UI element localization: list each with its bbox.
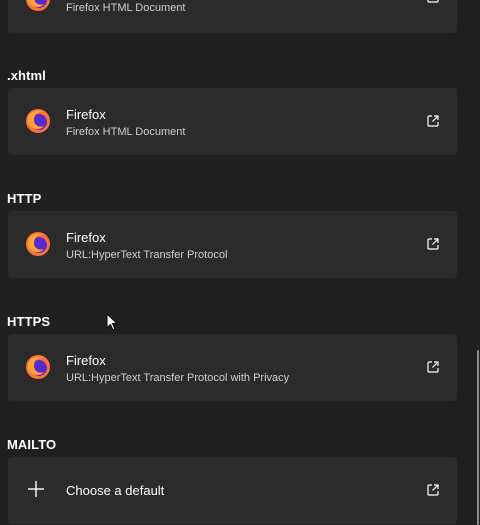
scrollbar-thumb[interactable] bbox=[477, 350, 479, 525]
firefox-icon bbox=[25, 108, 51, 134]
open-external-icon[interactable] bbox=[426, 0, 440, 4]
section-label-http: HTTP bbox=[7, 191, 42, 206]
file-type-card-xhtml[interactable]: Firefox Firefox HTML Document bbox=[8, 88, 457, 155]
app-name: Firefox bbox=[66, 230, 106, 245]
section-label-mailto: MAILTO bbox=[7, 437, 57, 452]
file-type-card-html[interactable]: Firefox HTML Document bbox=[8, 0, 457, 33]
app-description: Firefox HTML Document bbox=[66, 2, 186, 14]
protocol-card-http[interactable]: Firefox URL:HyperText Transfer Protocol bbox=[8, 211, 457, 278]
app-description: URL:HyperText Transfer Protocol bbox=[66, 249, 228, 261]
mouse-cursor-icon bbox=[106, 312, 119, 331]
app-description: URL:HyperText Transfer Protocol with Pri… bbox=[66, 372, 290, 384]
firefox-icon bbox=[25, 0, 51, 12]
protocol-card-https[interactable]: Firefox URL:HyperText Transfer Protocol … bbox=[8, 334, 457, 401]
app-description: Firefox HTML Document bbox=[66, 126, 186, 138]
open-external-icon[interactable] bbox=[426, 360, 440, 374]
firefox-icon bbox=[25, 354, 51, 380]
default-apps-list: Firefox HTML Document .xhtml Firefox Fir… bbox=[0, 0, 480, 525]
section-label-xhtml: .xhtml bbox=[7, 68, 46, 83]
app-name: Firefox bbox=[66, 353, 106, 368]
app-name: Firefox bbox=[66, 107, 106, 122]
protocol-card-mailto[interactable]: Choose a default bbox=[8, 457, 457, 524]
open-external-icon[interactable] bbox=[426, 483, 440, 497]
choose-default-label: Choose a default bbox=[66, 483, 165, 498]
section-label-https: HTTPS bbox=[7, 314, 51, 329]
firefox-icon bbox=[25, 231, 51, 257]
plus-icon bbox=[27, 480, 45, 498]
open-external-icon[interactable] bbox=[426, 114, 440, 128]
open-external-icon[interactable] bbox=[426, 237, 440, 251]
